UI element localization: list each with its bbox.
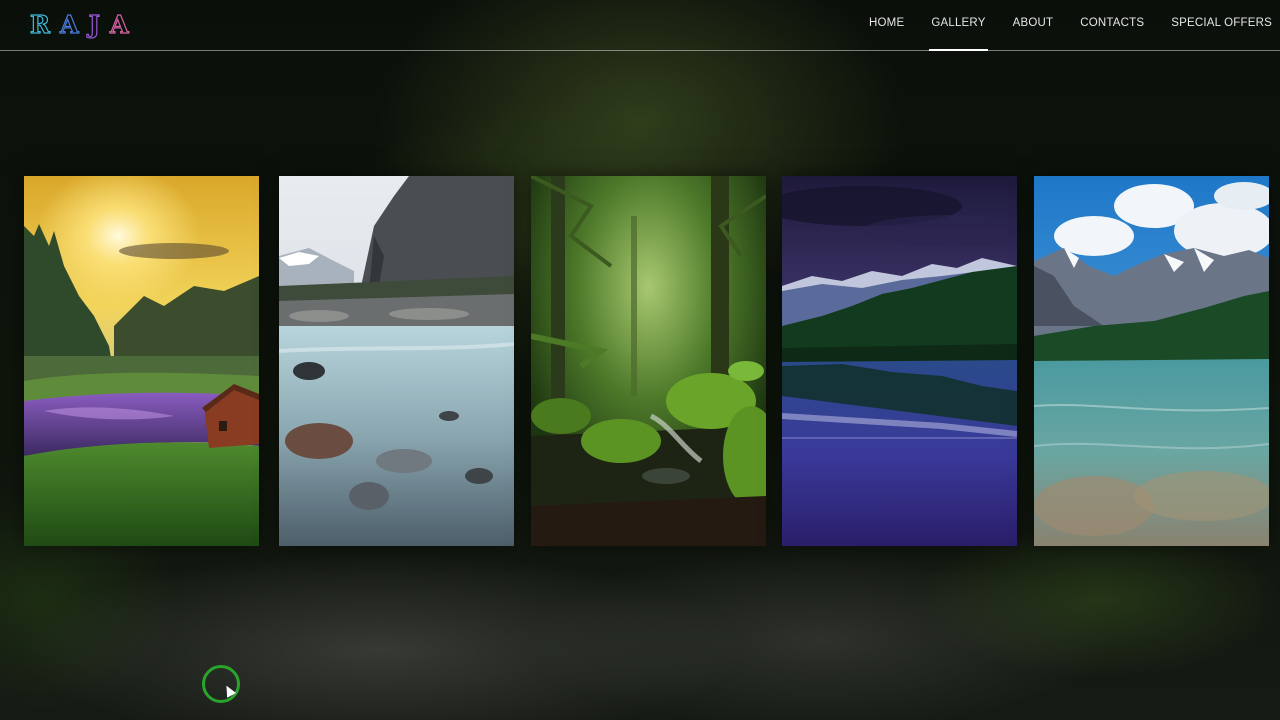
mossy-forest-image bbox=[531, 176, 766, 546]
logo-letter: A bbox=[109, 9, 139, 39]
gallery-card-sunset-meadow[interactable] bbox=[24, 176, 259, 546]
brand-logo[interactable]: RAJA bbox=[29, 9, 139, 39]
sunset-meadow-image bbox=[24, 176, 259, 546]
purple-lake-image bbox=[782, 176, 1017, 546]
alpine-lake-image bbox=[1034, 176, 1269, 546]
nav-home[interactable]: HOME bbox=[869, 0, 904, 50]
pointer-arrow-icon bbox=[222, 683, 236, 698]
nav-contacts[interactable]: CONTACTS bbox=[1080, 0, 1144, 50]
logo-letter: J bbox=[88, 9, 110, 39]
gallery-card-mountain-river[interactable] bbox=[279, 176, 514, 546]
gallery-card-mossy-forest[interactable] bbox=[531, 176, 766, 546]
top-navigation-bar: RAJA HOME GALLERY ABOUT CONTACTS SPECIAL… bbox=[0, 0, 1280, 51]
mouse-cursor-highlight bbox=[202, 665, 240, 703]
gallery-card-alpine-lake[interactable] bbox=[1034, 176, 1269, 546]
gallery-card-purple-lake[interactable] bbox=[782, 176, 1017, 546]
nav-about[interactable]: ABOUT bbox=[1013, 0, 1054, 50]
nav-special-offers[interactable]: SPECIAL OFFERS bbox=[1171, 0, 1272, 50]
logo-letter: A bbox=[59, 9, 89, 39]
logo-letter: R bbox=[29, 9, 60, 39]
image-gallery bbox=[24, 176, 1269, 546]
nav-gallery[interactable]: GALLERY bbox=[929, 0, 988, 51]
gallery-page: RAJA HOME GALLERY ABOUT CONTACTS SPECIAL… bbox=[0, 0, 1280, 720]
mountain-river-image bbox=[279, 176, 514, 546]
main-nav: HOME GALLERY ABOUT CONTACTS SPECIAL OFFE… bbox=[842, 0, 1272, 51]
